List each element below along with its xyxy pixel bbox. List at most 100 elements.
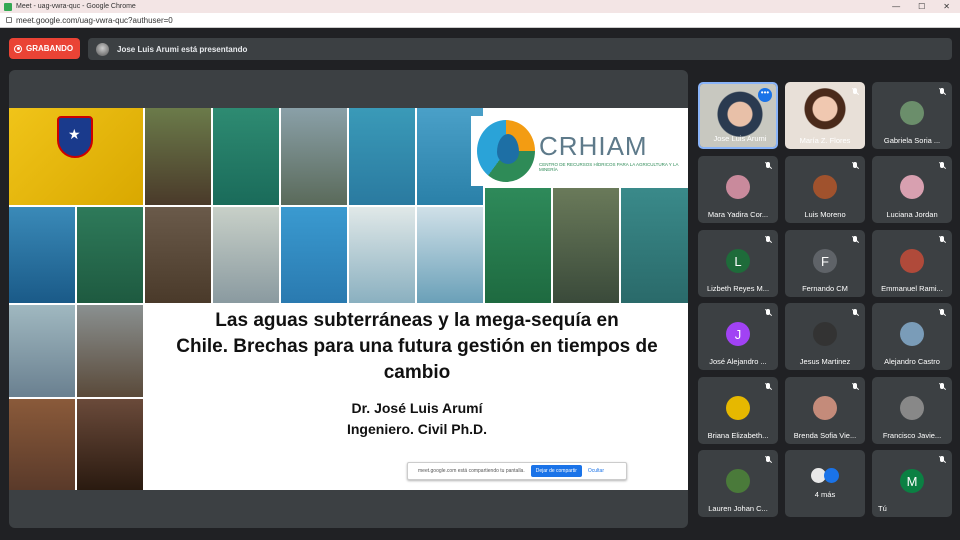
close-button[interactable]: ✕: [943, 2, 950, 11]
participant-avatar: M: [900, 469, 924, 493]
collage-tile: [349, 108, 415, 205]
participant-tile[interactable]: Jesus Martinez: [785, 303, 865, 370]
participant-tile[interactable]: María Z. Flores: [785, 82, 865, 149]
participant-name: José Alejandro ...: [709, 357, 767, 366]
participant-tile[interactable]: Brenda Sofia Vie...: [785, 377, 865, 444]
mic-muted-icon: [764, 236, 772, 244]
participant-name: Lizbeth Reyes M...: [706, 284, 770, 293]
participant-tile[interactable]: Luis Moreno: [785, 156, 865, 223]
participant-tile[interactable]: Emmanuel Rami...: [872, 230, 952, 297]
collage-tile: [9, 305, 75, 397]
hide-button[interactable]: Ocultar: [588, 468, 604, 474]
slide-title-line1: Las aguas subterráneas y la mega-sequía …: [215, 310, 619, 331]
slide-title-line3: cambio: [383, 362, 451, 383]
record-icon: [14, 44, 22, 53]
collage-tile: [281, 207, 347, 303]
participant-avatar: [726, 469, 750, 493]
collage-tile: [145, 108, 211, 205]
participant-avatar: [900, 175, 924, 199]
lock-icon: [6, 17, 12, 23]
participant-name: Francisco Javie...: [882, 431, 942, 440]
participant-tile[interactable]: Francisco Javie...: [872, 377, 952, 444]
mic-muted-icon: [851, 236, 859, 244]
presentation-stage[interactable]: CRHIAM CENTRO DE RECURSOS HÍDRICOS PARA …: [9, 70, 688, 528]
participant-avatar: [726, 396, 750, 420]
participant-name: Tú: [878, 504, 887, 513]
participant-tile[interactable]: Alejandro Castro: [872, 303, 952, 370]
mic-muted-icon: [938, 383, 946, 391]
university-shield-icon: [57, 116, 93, 158]
mic-muted-icon: [938, 162, 946, 170]
collage-tile: [213, 108, 279, 205]
water-drop-logo-icon: [477, 120, 536, 182]
recording-label: GRABANDO: [26, 44, 74, 53]
collage-tile: [621, 188, 688, 303]
participant-name: Luciana Jordan: [886, 210, 938, 219]
collage-tile: [553, 188, 619, 303]
participant-name: Fernando CM: [802, 284, 848, 293]
meeting-topbar: GRABANDO Jose Luis Arumi está presentand…: [0, 28, 960, 68]
minimize-button[interactable]: —: [892, 2, 900, 11]
recording-badge: GRABANDO: [9, 38, 80, 59]
slide-author-role: Ingeniero. Civil Ph.D.: [346, 421, 488, 437]
participant-avatar: [900, 101, 924, 125]
mic-muted-icon: [851, 309, 859, 317]
address-bar[interactable]: meet.google.com/uag-vwra-quc?authuser=0: [0, 13, 960, 28]
participant-name: Gabriela Soria ...: [883, 136, 941, 145]
participant-tile[interactable]: J José Alejandro ...: [698, 303, 778, 370]
logo-title: CRHIAM: [539, 130, 648, 161]
mic-muted-icon: [851, 383, 859, 391]
participant-avatar: [900, 396, 924, 420]
participant-name: 4 más: [814, 490, 836, 499]
more-participants-avatars: [811, 468, 841, 484]
participant-name: Emmanuel Rami...: [881, 284, 943, 293]
mic-muted-icon: [764, 162, 772, 170]
window-title: Meet - uag-vwra-quc - Google Chrome: [16, 3, 136, 10]
collage-tile: [145, 207, 211, 303]
maximize-button[interactable]: ☐: [918, 2, 925, 11]
participant-tile[interactable]: F Fernando CM: [785, 230, 865, 297]
collage-tile: [77, 305, 143, 397]
participant-tile[interactable]: Briana Elizabeth...: [698, 377, 778, 444]
presenting-banner: Jose Luis Arumi está presentando: [88, 38, 952, 60]
meet-favicon-icon: [4, 2, 12, 11]
collage-tile: [213, 207, 279, 303]
participant-tile[interactable]: L Lizbeth Reyes M...: [698, 230, 778, 297]
participant-name: Alejandro Castro: [884, 357, 940, 366]
participant-name: Briana Elizabeth...: [707, 431, 769, 440]
participant-tile[interactable]: Gabriela Soria ...: [872, 82, 952, 149]
collage-tile: [9, 207, 75, 303]
avatar-icon: [824, 468, 839, 483]
participant-tile[interactable]: Luciana Jordan: [872, 156, 952, 223]
participant-avatar: L: [726, 249, 750, 273]
collage-tile: [485, 188, 551, 303]
participant-avatar: F: [813, 249, 837, 273]
mic-muted-icon: [764, 383, 772, 391]
participant-tile[interactable]: Mara Yadira Cor...: [698, 156, 778, 223]
mic-muted-icon: [851, 88, 859, 96]
participant-avatar: [900, 249, 924, 273]
slide-author: Dr. José Luis Arumí: [351, 400, 483, 416]
participant-tile[interactable]: M Tú: [872, 450, 952, 517]
slide-title-line2: Chile. Brechas para una futura gestión e…: [176, 336, 658, 357]
participant-tile[interactable]: ••• Jose Luis Arumi: [698, 82, 778, 149]
more-options-icon[interactable]: •••: [758, 88, 772, 102]
participant-avatar: [813, 396, 837, 420]
participant-name: María Z. Flores: [799, 136, 851, 145]
participant-name: Brenda Sofia Vie...: [793, 431, 857, 440]
url-text[interactable]: meet.google.com/uag-vwra-quc?authuser=0: [16, 16, 173, 25]
participant-avatar: [813, 322, 837, 346]
mic-muted-icon: [938, 236, 946, 244]
participant-tile[interactable]: 4 más: [785, 450, 865, 517]
mic-muted-icon: [764, 456, 772, 464]
mic-muted-icon: [938, 88, 946, 96]
logo-subtitle: CENTRO DE RECURSOS HÍDRICOS PARA LA AGRI…: [539, 161, 679, 172]
mic-muted-icon: [938, 456, 946, 464]
presenting-text: Jose Luis Arumi está presentando: [117, 44, 248, 54]
screen-share-bar: meet.google.com está compartiendo tu pan…: [407, 462, 627, 480]
participant-tile[interactable]: Lauren Johan C...: [698, 450, 778, 517]
stop-sharing-button[interactable]: Dejar de compartir: [530, 465, 582, 477]
participant-name: Jose Luis Arumi: [713, 134, 767, 143]
collage-tile: [9, 399, 75, 490]
browser-titlebar: Meet - uag-vwra-quc - Google Chrome — ☐ …: [0, 0, 960, 13]
